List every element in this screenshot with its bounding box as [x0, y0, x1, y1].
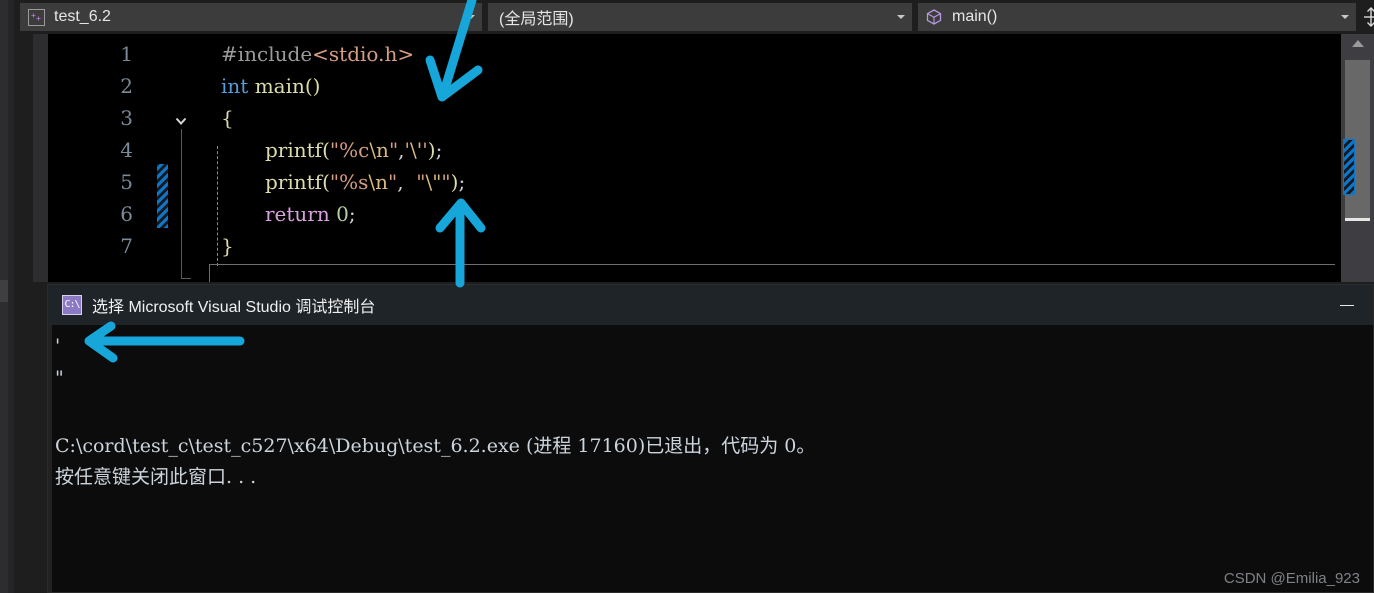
visual-studio-window: + + test_6.2 (全局范围) main() 1 #include<st…: [0, 0, 1374, 593]
code-token: (: [322, 138, 330, 162]
line-number: 6: [120, 202, 133, 226]
code-token: "%s: [329, 170, 369, 194]
code-token: (): [304, 74, 321, 98]
chevron-down-icon[interactable]: [1335, 15, 1355, 19]
unsaved-change-bar: [157, 164, 168, 228]
indent-guide: [217, 146, 218, 266]
line-number: 5: [120, 170, 133, 194]
console-output-area[interactable]: ' " C:\cord\test_c\test_c527\x64\Debug\tes…: [48, 325, 1373, 592]
scroll-up-arrow-icon[interactable]: [1341, 34, 1374, 52]
code-token: #include: [221, 42, 313, 66]
editor-navigation-bar: + + test_6.2 (全局范围) main(): [14, 0, 1374, 34]
scrollbar-change-marker: [1343, 139, 1355, 195]
minimize-button[interactable]: [1321, 285, 1373, 325]
code-line[interactable]: int main(): [221, 74, 320, 98]
current-line-highlight: [209, 264, 1341, 282]
code-token: }: [221, 234, 234, 258]
code-token: ;: [348, 202, 356, 226]
code-token: "%c: [329, 138, 370, 162]
code-token: ": [388, 138, 399, 162]
code-editor[interactable]: 1 #include<stdio.h> 2 int main() 3{4 printf("…: [33, 34, 1341, 282]
code-token: <stdio.h>: [312, 42, 415, 66]
console-output-line: C:\cord\test_c\test_c527\x64\Debug\test_…: [55, 435, 816, 457]
code-token: 0: [336, 202, 349, 226]
debug-console-window[interactable]: C:\ 选择 Microsoft Visual Studio 调试控制台 ' " C…: [47, 284, 1374, 593]
code-line[interactable]: printf("%s\n", "\"");: [265, 170, 465, 194]
code-line[interactable]: printf("%c\n",'\'');: [265, 138, 442, 162]
member-dropdown[interactable]: main(): [918, 3, 1356, 31]
project-dropdown-label: test_6.2: [54, 8, 111, 25]
code-line[interactable]: }: [221, 234, 234, 258]
code-token: ;: [435, 138, 443, 162]
code-structure-line-foot: [181, 278, 191, 279]
line-number: 2: [120, 74, 133, 98]
scope-dropdown-label: (全局范围): [499, 11, 574, 28]
code-token: ): [427, 138, 436, 162]
cpp-project-icon: + +: [27, 8, 45, 26]
chevron-down-icon[interactable]: [891, 15, 911, 19]
scrollbar-caret-marker: [1345, 218, 1370, 221]
code-token: main: [254, 74, 305, 98]
line-number: 7: [120, 234, 133, 258]
code-line[interactable]: #include<stdio.h>: [221, 42, 414, 66]
project-dropdown[interactable]: + + test_6.2: [20, 3, 482, 31]
code-token: printf: [265, 170, 323, 194]
code-token: ": [441, 170, 451, 194]
editor-gutter-background: [33, 34, 48, 282]
console-output-line: 按任意键关闭此窗口. . .: [55, 466, 257, 488]
code-token: (: [322, 170, 330, 194]
console-left-rail: [48, 325, 52, 592]
line-number: 4: [120, 138, 133, 162]
cube-icon: [925, 8, 943, 26]
code-token: return: [265, 202, 330, 226]
code-token: int: [221, 74, 249, 98]
code-token: \n: [368, 170, 388, 194]
console-title-text: 选择 Microsoft Visual Studio 调试控制台: [92, 299, 376, 316]
watermark-text: CSDN @Emilia_923: [1223, 570, 1360, 587]
console-title-bar[interactable]: C:\ 选择 Microsoft Visual Studio 调试控制台: [48, 285, 1373, 325]
split-editor-button[interactable]: [1358, 3, 1374, 31]
chevron-down-icon[interactable]: [461, 15, 481, 19]
code-token: ,: [397, 170, 417, 194]
editor-vertical-scrollbar[interactable]: [1341, 34, 1374, 282]
code-token: {: [221, 106, 234, 130]
code-token: printf: [265, 138, 323, 162]
ide-left-chrome-strip-inner: [8, 0, 14, 593]
member-dropdown-label: main(): [952, 8, 998, 25]
code-structure-line: [181, 129, 182, 279]
code-token: ": [388, 170, 398, 194]
console-app-icon: C:\: [62, 295, 82, 315]
code-token: \n: [369, 138, 389, 162]
code-token: \": [425, 170, 442, 194]
minimize-icon: [1340, 304, 1354, 306]
line-number: 3: [120, 106, 133, 130]
scope-dropdown[interactable]: (全局范围): [488, 3, 912, 31]
console-output-line: ': [55, 335, 61, 357]
code-token: \': [410, 138, 423, 162]
code-line[interactable]: {: [221, 106, 234, 130]
collapse-chevron-icon[interactable]: [173, 114, 189, 130]
console-output-line: ": [55, 367, 64, 389]
code-token: ;: [458, 170, 466, 194]
ide-left-chrome-tab-marker: [0, 280, 8, 302]
svg-text:+: +: [36, 14, 41, 23]
line-number: 1: [120, 42, 133, 66]
code-line[interactable]: return 0;: [265, 202, 356, 226]
